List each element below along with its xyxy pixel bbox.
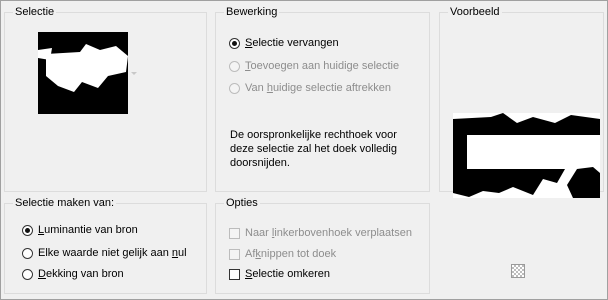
radio-label: Elke waarde niet gelijk aan nul [38,247,187,259]
checkbox-selectie-omkeren[interactable]: Selectie omkeren [229,268,330,280]
radio-indicator [229,60,240,72]
radio-label: Selectie vervangen [245,37,339,49]
radio-toevoegen[interactable]: Toevoegen aan huidige selectie [229,60,399,72]
checkbox-indicator [229,248,240,260]
radio-indicator [229,37,240,49]
checkbox-label: Selectie omkeren [245,268,330,280]
chevron-down-icon[interactable] [131,72,137,75]
checkbox-indicator [229,227,240,239]
checkerboard-icon[interactable] [511,264,525,278]
checkbox-label: Afknippen tot doek [245,248,337,260]
radio-selectie-vervangen[interactable]: Selectie vervangen [229,37,339,49]
selectie-title: Selectie [13,6,57,18]
checkbox-afknippen[interactable]: Afknippen tot doek [229,248,336,260]
voorbeeld-title: Voorbeeld [448,6,502,18]
radio-label: Luminantie van bron [38,224,138,236]
bewerking-title: Bewerking [224,6,280,18]
radio-label: Dekking van bron [38,268,124,280]
preview-image [453,113,600,198]
radio-indicator [22,224,33,236]
checkbox-linkerbovenhoek[interactable]: Naar linkerbovenhoek verplaatsen [229,227,412,239]
radio-indicator [22,247,33,259]
radio-dekking[interactable]: Dekking van bron [22,268,124,280]
opties-title: Opties [224,197,260,209]
info-text: De oorspronkelijke rechthoek voor deze s… [230,129,397,169]
radio-label: Van huidige selectie aftrekken [245,82,391,94]
checkbox-indicator [229,268,240,280]
radio-luminantie[interactable]: Luminantie van bron [22,224,138,236]
radio-aftrekken[interactable]: Van huidige selectie aftrekken [229,82,391,94]
radio-label: Toevoegen aan huidige selectie [245,60,400,72]
selectie-maken-title: Selectie maken van: [13,197,117,209]
checkbox-label: Naar linkerbovenhoek verplaatsen [245,227,412,239]
radio-elke-waarde[interactable]: Elke waarde niet gelijk aan nul [22,247,187,259]
radio-indicator [229,82,240,94]
radio-indicator [22,268,33,280]
selection-thumbnail[interactable] [38,32,128,114]
